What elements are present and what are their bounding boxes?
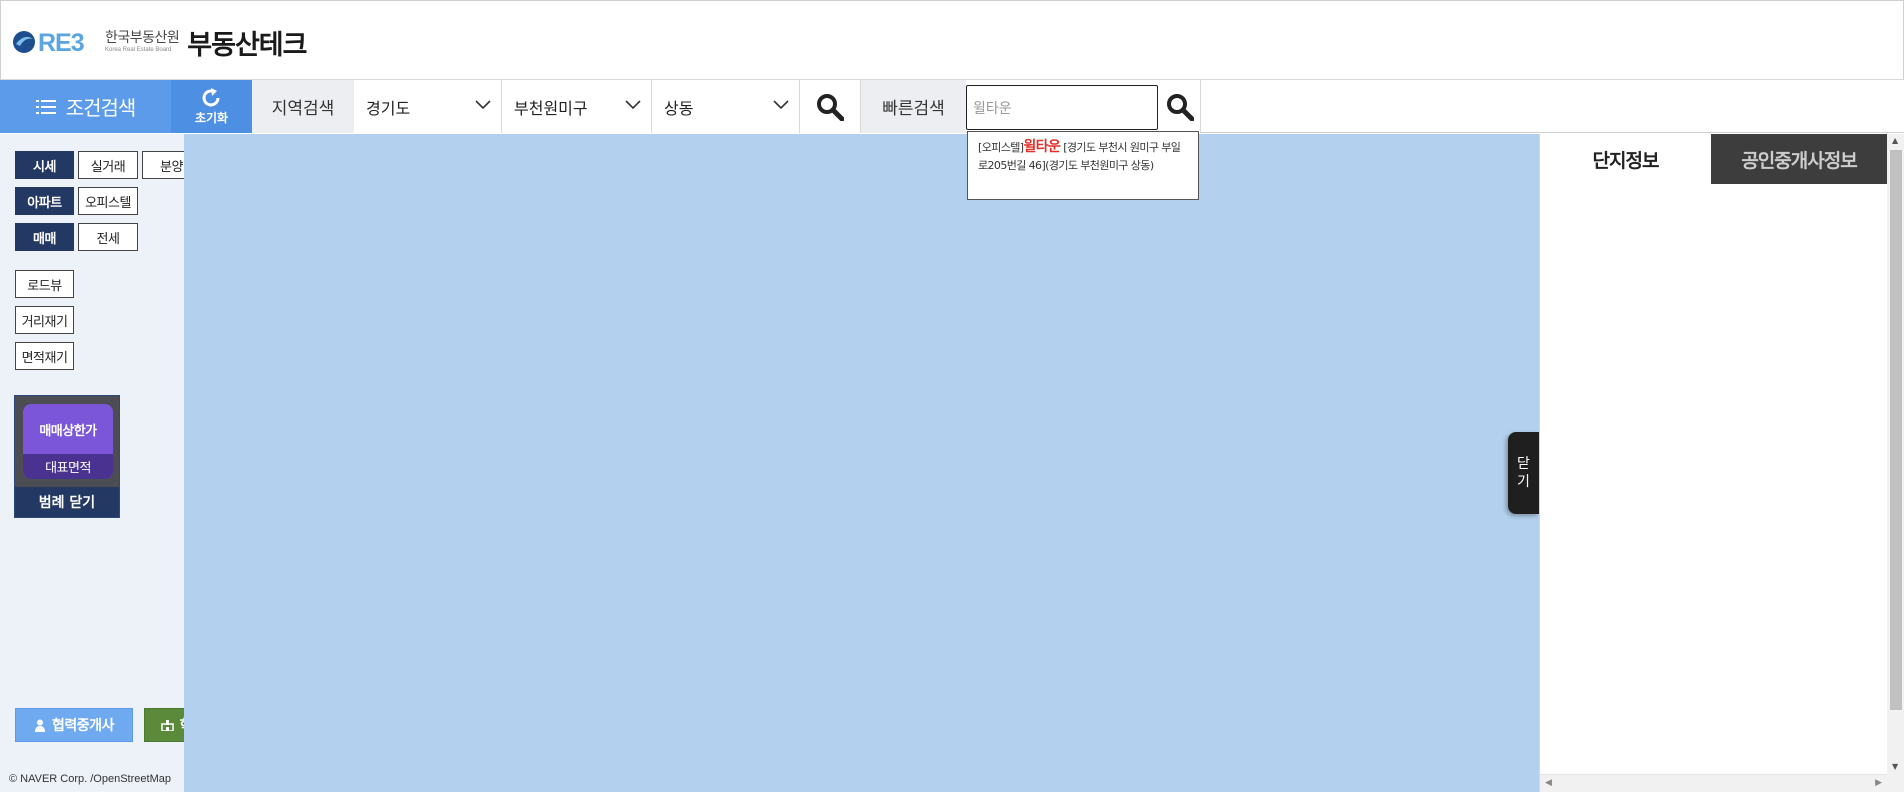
- region-search-button[interactable]: [800, 80, 861, 133]
- person-icon: [35, 719, 46, 732]
- left-control-panel: 시세 실거래 분양 입주 아파트 오피스텔 매매 전세 로드뷰 거리재기 면적재…: [0, 134, 305, 792]
- quick-search-input[interactable]: [966, 85, 1158, 130]
- chevron-down-icon: [625, 100, 641, 110]
- autocomplete-suggestion[interactable]: [오피스텔]윌타운 [경기도 부천시 원미구 부일로205번길 46](경기도 …: [967, 131, 1199, 200]
- tab-complex-info[interactable]: 단지정보: [1540, 134, 1711, 184]
- horizontal-scrollbar[interactable]: ◀ ▶: [1540, 774, 1887, 792]
- divider: [1200, 80, 1201, 133]
- legend-card: 매매상한가 대표면적: [23, 404, 113, 479]
- site-logo[interactable]: RE3 한국부동산원 Korea Real Estate Board 부동산테크: [11, 25, 307, 61]
- right-info-panel: 단지정보 공인중개사정보 ▲ ▼ ◀ ▶: [1539, 134, 1904, 792]
- search-navbar: 조건검색 초기화 지역검색 경기도 부천원미구 상동 빠른검색: [0, 80, 1904, 133]
- site-header: RE3 한국부동산원 Korea Real Estate Board 부동산테크: [0, 0, 1904, 80]
- reset-button[interactable]: 초기화: [171, 80, 252, 133]
- district-value: 부천원미구: [514, 98, 588, 118]
- suggestion-highlight: 윌타운: [1023, 139, 1061, 155]
- suggestion-type: [오피스텔]: [978, 141, 1024, 154]
- tab-sale[interactable]: 매매: [15, 223, 74, 251]
- chevron-down-icon: [475, 100, 491, 110]
- close-tab-char: 기: [1517, 474, 1530, 490]
- roadview-button[interactable]: 로드뷰: [15, 270, 74, 298]
- close-panel-tab[interactable]: 닫 기: [1508, 432, 1539, 514]
- close-tab-char: 닫: [1517, 456, 1530, 472]
- org-name-en: Korea Real Estate Board: [105, 47, 172, 53]
- search-icon: [817, 93, 844, 121]
- legend-area: 대표면적: [23, 454, 113, 479]
- reb-logo-icon: RE3: [11, 27, 99, 57]
- condition-search-label: 조건검색: [65, 96, 137, 120]
- reset-label: 초기화: [194, 111, 229, 125]
- scroll-left-icon[interactable]: ◀: [1545, 778, 1552, 788]
- measure-area-button[interactable]: 면적재기: [15, 342, 74, 370]
- school-icon: [160, 720, 174, 731]
- map-copyright: © NAVER Corp. /OpenStreetMap: [9, 773, 171, 785]
- map-legend: 매매상한가 대표면적 범례 닫기: [14, 395, 120, 518]
- neighborhood-value: 상동: [664, 98, 694, 118]
- scroll-up-icon[interactable]: ▲: [1892, 136, 1898, 145]
- district-select[interactable]: 부천원미구: [502, 80, 652, 133]
- chevron-down-icon: [773, 100, 789, 110]
- tab-broker-info[interactable]: 공인중개사정보: [1711, 134, 1887, 184]
- neighborhood-select[interactable]: 상동: [652, 80, 800, 133]
- broker-poi-button[interactable]: 협력중개사: [15, 708, 133, 742]
- tab-jeonse[interactable]: 전세: [78, 223, 138, 251]
- legend-max-price: 매매상한가: [39, 423, 97, 439]
- search-icon: [1167, 93, 1194, 121]
- site-title: 부동산테크: [187, 29, 307, 61]
- tab-actual-trade[interactable]: 실거래: [78, 151, 138, 179]
- list-icon: [35, 99, 56, 114]
- tab-price[interactable]: 시세: [15, 151, 74, 179]
- condition-search-button[interactable]: 조건검색: [0, 80, 171, 133]
- svg-text:RE3: RE3: [38, 29, 84, 57]
- scrollbar-corner: [1887, 774, 1904, 792]
- scroll-right-icon[interactable]: ▶: [1875, 778, 1882, 788]
- refresh-icon: [202, 88, 219, 107]
- broker-poi-label: 협력중개사: [52, 718, 114, 734]
- scroll-down-icon[interactable]: ▼: [1892, 762, 1898, 771]
- quick-search-label: 빠른검색: [861, 80, 966, 133]
- vertical-scrollbar[interactable]: ▲ ▼: [1887, 134, 1904, 774]
- tab-apartment[interactable]: 아파트: [15, 187, 74, 215]
- measure-distance-button[interactable]: 거리재기: [15, 306, 74, 334]
- quick-search-button[interactable]: [1160, 80, 1200, 133]
- org-name-ko: 한국부동산원: [105, 30, 180, 46]
- province-select[interactable]: 경기도: [354, 80, 502, 133]
- legend-close-button[interactable]: 범례 닫기: [15, 487, 119, 517]
- region-search-label: 지역검색: [252, 80, 354, 133]
- scrollbar-thumb[interactable]: [1890, 150, 1902, 710]
- tab-officetel[interactable]: 오피스텔: [78, 187, 138, 215]
- province-value: 경기도: [366, 98, 411, 118]
- map-canvas[interactable]: [184, 134, 1539, 792]
